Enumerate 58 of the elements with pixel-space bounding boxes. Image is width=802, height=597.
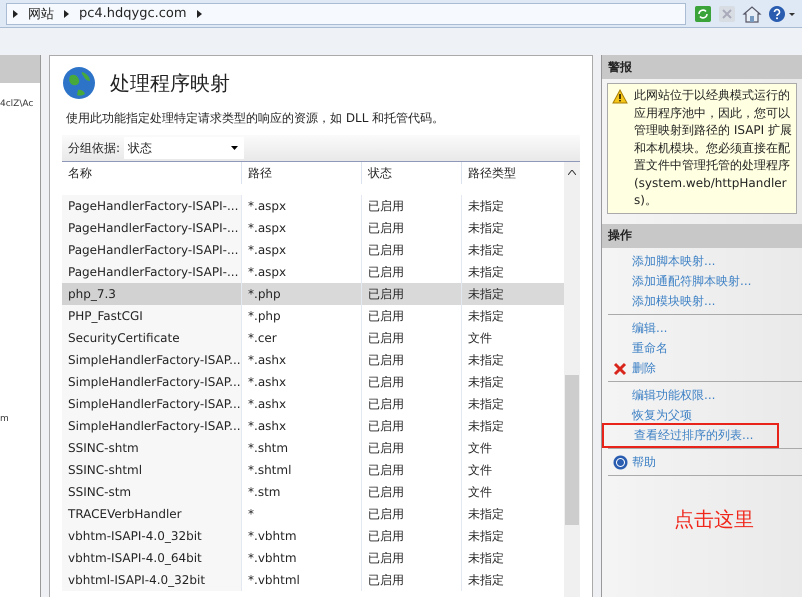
delete-icon [613, 362, 627, 376]
table-cell: SimpleHandlerFactory-ISAP... [62, 371, 242, 393]
table-cell: PageHandlerFactory-ISAPI-... [62, 195, 242, 217]
scrollbar[interactable] [564, 162, 580, 597]
action-link[interactable]: 编辑功能权限... [626, 385, 722, 406]
chevron-icon [13, 10, 18, 18]
table-cell: PageHandlerFactory-ISAPI-... [62, 261, 242, 283]
table-cell: SSINC-shtml [62, 459, 242, 481]
warning-icon [612, 89, 628, 104]
home-icon[interactable] [742, 4, 762, 22]
table-cell: PageHandlerFactory-ISAPI-... [62, 217, 242, 239]
tree-item[interactable]: 4clZ\Ac [0, 99, 34, 109]
help-icon [612, 455, 628, 470]
caret-icon [231, 146, 238, 150]
table-cell: vbhtm-ISAPI-4.0_64bit [62, 547, 242, 569]
action-link[interactable]: 添加脚本映射... [626, 251, 722, 272]
table-cell: vbhtml-ISAPI-4.0_32bit [62, 569, 242, 591]
table-cell: SimpleHandlerFactory-ISAP... [62, 393, 242, 415]
table-cell: SSINC-shtm [62, 437, 242, 459]
table-row[interactable]: php_7.3 *.php 已启用 未指定 [62, 283, 564, 305]
table-cell: SecurityCertificate [62, 327, 242, 349]
annotation-text: 点击这里 [674, 506, 755, 532]
chevron-icon [196, 10, 202, 18]
action-link[interactable]: 恢复为父项 [626, 405, 698, 426]
table-cell: SimpleHandlerFactory-ISAP... [62, 415, 242, 437]
table-cell: SimpleHandlerFactory-ISAP... [62, 349, 242, 371]
refresh-icon[interactable] [694, 4, 712, 22]
table-cell: vbhtm-ISAPI-4.0_32bit [62, 525, 242, 547]
chevron-icon [64, 10, 69, 18]
actions-header: 操作 [602, 224, 802, 248]
pane-header [0, 55, 40, 83]
alert-message: 此网站位于以经典模式运行的应用程序池中，因此，您可以管理映射到路径的 ISAPI 扩展和本机模块。您必须直接在配置文件中管理托管的处理程序(system.web/httpHandlers)。 [634, 87, 792, 209]
group-by-label: 分组依据: [68, 140, 120, 156]
action-link[interactable]: 帮助 [626, 452, 662, 473]
help-icon[interactable] [768, 4, 796, 22]
table-cell: TRACEVerbHandler [62, 503, 242, 525]
action-link[interactable]: 删除 [626, 358, 662, 379]
group-by-dropdown[interactable]: 状态 [124, 137, 244, 159]
table-cell: *.vbhtml [242, 569, 362, 591]
action-link[interactable]: 编辑... [626, 318, 674, 339]
alerts-header: 警报 [602, 55, 802, 79]
table-cell: 已启用 [362, 569, 462, 591]
breadcrumb[interactable]: 网站 [28, 4, 54, 22]
table-cell: PHP_FastCGI [62, 305, 242, 327]
table-cell: php_7.3 [62, 283, 242, 305]
action-link[interactable]: 查看经过排序的列表... [602, 423, 780, 448]
table-cell: PageHandlerFactory-ISAPI-... [62, 239, 242, 261]
feature-title: 处理程序映射 [110, 70, 230, 96]
action-link[interactable]: 重命名 [626, 338, 674, 359]
action-link[interactable]: 添加模块映射... [626, 291, 722, 312]
action-link[interactable]: 添加通配符脚本映射... [626, 271, 758, 292]
scroll-up-icon[interactable] [568, 170, 576, 175]
address-bar[interactable]: 网站 pc4.hdqygc.com [6, 2, 686, 24]
table-cell: SSINC-stm [62, 481, 242, 503]
globe-icon [62, 66, 96, 100]
feature-description: 使用此功能指定处理特定请求类型的响应的资源，如 DLL 和托管代码。 [66, 110, 446, 127]
breadcrumb[interactable]: pc4.hdqygc.com [79, 6, 187, 21]
tree-item[interactable]: m [0, 414, 9, 424]
